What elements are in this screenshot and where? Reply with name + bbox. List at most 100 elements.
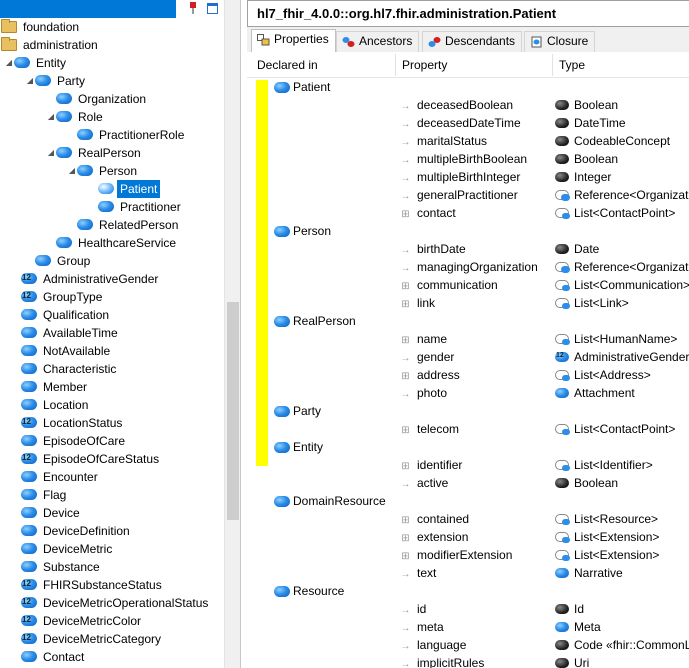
tree-item[interactable]: DeviceMetricCategory — [21, 630, 164, 648]
declaring-class-row[interactable]: Patient — [247, 78, 689, 96]
type-cell: Narrative — [555, 564, 623, 582]
property-row[interactable]: → managingOrganization Reference<Organizat… — [247, 258, 689, 276]
property-row[interactable]: →gender AdministrativeGender — [247, 348, 689, 366]
property-row[interactable]: → text Narrative — [247, 564, 689, 582]
property-row[interactable]: ⊞ address List<Address> — [247, 366, 689, 384]
expand-triangle-icon[interactable]: ◢ — [4, 54, 14, 72]
tree-item-label: AdministrativeGender — [43, 272, 159, 286]
tree-item[interactable]: Qualification — [21, 306, 112, 324]
tree-item[interactable]: Organization — [46, 90, 149, 108]
tree-item[interactable]: Characteristic — [21, 360, 119, 378]
tab-closure[interactable]: Closure — [524, 31, 596, 52]
tree-item[interactable]: ◢ Entity — [4, 54, 69, 72]
tree-item[interactable]: Encounter — [21, 468, 101, 486]
tree-item[interactable]: ◢ RealPerson — [46, 144, 144, 162]
property-row[interactable]: → multipleBirthInteger Integer — [247, 168, 689, 186]
tree-item-label: DeviceMetricOperationalStatus — [43, 596, 209, 610]
declaring-class-row[interactable]: DomainResource — [247, 492, 689, 510]
tree-item[interactable]: DeviceMetric — [21, 540, 115, 558]
property-row[interactable]: ⊞ telecom List<ContactPoint> — [247, 420, 689, 438]
tree-item[interactable]: NotAvailable — [21, 342, 113, 360]
property-row[interactable]: → deceasedBoolean Boolean — [247, 96, 689, 114]
property-row[interactable]: → meta Meta — [247, 618, 689, 636]
tree-item[interactable]: RelatedPerson — [67, 216, 181, 234]
property-row[interactable]: → deceasedDateTime DateTime — [247, 114, 689, 132]
tree-item[interactable]: Device — [21, 504, 83, 522]
tree-item[interactable]: ◢ Person — [67, 162, 140, 180]
property-row[interactable]: ⊞ communication List<Communication> — [247, 276, 689, 294]
column-declared-in[interactable]: Declared in — [247, 52, 318, 78]
property-row[interactable]: → photo Attachment — [247, 384, 689, 402]
tab-descendants[interactable]: Descendants — [422, 31, 523, 52]
expand-triangle-icon[interactable]: ◢ — [46, 108, 56, 126]
column-property[interactable]: Property — [392, 52, 447, 78]
tree-item[interactable]: Patient — [88, 180, 161, 198]
tree-scrollbar-thumb[interactable] — [227, 302, 239, 520]
tree-item[interactable]: Flag — [21, 486, 69, 504]
property-row[interactable]: → active Boolean — [247, 474, 689, 492]
tab-properties[interactable]: Properties — [251, 29, 336, 52]
class-icon — [21, 525, 37, 536]
tree-item[interactable]: AvailableTime — [21, 324, 121, 342]
property-row[interactable]: → maritalStatus CodeableConcept — [247, 132, 689, 150]
tree-item[interactable]: EpisodeOfCare — [21, 432, 128, 450]
enumeration-icon — [21, 272, 37, 284]
tree-item[interactable]: AdministrativeGender — [21, 270, 161, 288]
declaring-class-row[interactable]: Party — [247, 402, 689, 420]
property-row[interactable]: ⊞ extension List<Extension> — [247, 528, 689, 546]
tree-item[interactable]: DeviceMetricColor — [21, 612, 144, 630]
tree-item[interactable]: DeviceMetricOperationalStatus — [21, 594, 211, 612]
tree-item[interactable]: foundation — [1, 18, 82, 36]
pin-icon[interactable] — [189, 2, 197, 14]
property-row[interactable]: ⊞ contained List<Resource> — [247, 510, 689, 528]
tree-item[interactable]: ◢ Party — [25, 72, 88, 90]
property-row[interactable]: ⊞ name List<HumanName> — [247, 330, 689, 348]
tree-item[interactable]: administration — [1, 36, 101, 54]
tree-item[interactable]: Location — [21, 396, 91, 414]
property-row[interactable]: → language Code «fhir::CommonL — [247, 636, 689, 654]
tree-item[interactable]: FHIRSubstanceStatus — [21, 576, 165, 594]
property-cell: ⊞ telecom — [400, 420, 459, 440]
property-row[interactable]: → multipleBirthBoolean Boolean — [247, 150, 689, 168]
expand-triangle-icon[interactable]: ◢ — [46, 144, 56, 162]
restore-window-icon[interactable] — [207, 3, 218, 14]
property-row[interactable]: → implicitRules Uri — [247, 654, 689, 668]
property-row[interactable]: → id Id — [247, 600, 689, 618]
property-cell: → managingOrganization — [400, 258, 538, 278]
tree-item[interactable]: DeviceDefinition — [21, 522, 133, 540]
tree-item[interactable]: LocationStatus — [21, 414, 125, 432]
property-name: language — [417, 638, 467, 652]
tree-item[interactable]: Group — [25, 252, 93, 270]
property-row[interactable]: ⊞ modifierExtension List<Extension> — [247, 546, 689, 564]
property-row[interactable]: → birthDate Date — [247, 240, 689, 258]
class-name: Entity — [293, 440, 324, 454]
expand-triangle-icon[interactable]: ◢ — [25, 72, 35, 90]
tree-item[interactable]: PractitionerRole — [67, 126, 187, 144]
class-icon — [98, 183, 114, 194]
property-row[interactable]: ⊞ link List<Link> — [247, 294, 689, 312]
property-cell: → id — [400, 600, 427, 620]
list-type-icon — [555, 280, 570, 291]
property-row[interactable]: ⊞ identifier List<Identifier> — [247, 456, 689, 474]
tree-item[interactable]: Member — [21, 378, 90, 396]
tree-item[interactable]: HealthcareService — [46, 234, 179, 252]
property-row[interactable]: ⊞ contact List<ContactPoint> — [247, 204, 689, 222]
tree-scrollbar[interactable] — [224, 0, 240, 668]
declaring-class-row[interactable]: Person — [247, 222, 689, 240]
declaring-class-row[interactable]: Resource — [247, 582, 689, 600]
expand-triangle-icon[interactable]: ◢ — [67, 162, 77, 180]
type-cell: Reference<Organizati — [555, 258, 689, 276]
declaring-class-row[interactable]: RealPerson — [247, 312, 689, 330]
tree-item[interactable]: Contact — [21, 648, 87, 666]
tab-ancestors[interactable]: Ancestors — [336, 31, 420, 52]
tree-item[interactable]: GroupType — [21, 288, 105, 306]
type-name: Boolean — [574, 476, 619, 490]
tree-panel-active-tab[interactable] — [0, 0, 176, 18]
tree-item[interactable]: EpisodeOfCareStatus — [21, 450, 162, 468]
property-row[interactable]: → generalPractitioner Reference<Organizati — [247, 186, 689, 204]
tree-item[interactable]: Substance — [21, 558, 103, 576]
declaring-class-row[interactable]: Entity — [247, 438, 689, 456]
tree-item[interactable]: Practitioner — [88, 198, 184, 216]
tree-item[interactable]: ◢ Role — [46, 108, 106, 126]
column-type[interactable]: Type — [549, 52, 585, 78]
